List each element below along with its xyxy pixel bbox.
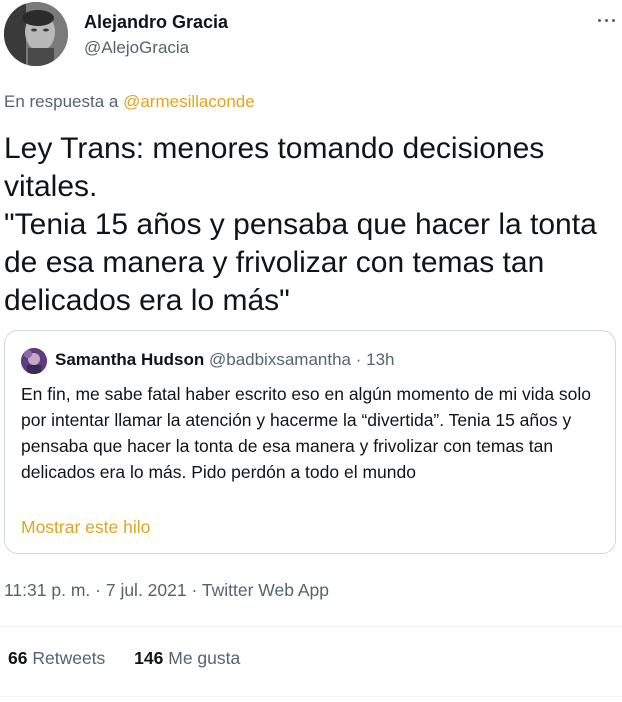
quoted-tweet[interactable]: Samantha Hudson @badbixsamantha · 13h En… <box>4 330 616 554</box>
quoted-header: Samantha Hudson @badbixsamantha · 13h <box>55 350 395 370</box>
show-thread-link[interactable]: Mostrar este hilo <box>21 517 150 538</box>
tweet-time[interactable]: 11:31 p. m. <box>4 580 90 600</box>
quoted-separator: · <box>355 350 362 369</box>
more-options-icon[interactable] <box>594 10 620 30</box>
likes-label: Me gusta <box>168 648 241 668</box>
quoted-author-name: Samantha Hudson <box>55 350 205 369</box>
quoted-author-photo <box>21 348 47 374</box>
likes-count: 146 <box>134 648 164 668</box>
author-avatar[interactable] <box>4 2 68 66</box>
quoted-time: 13h <box>366 350 395 369</box>
tweet-date[interactable]: 7 jul. 2021 <box>106 580 187 600</box>
retweets-count: 66 <box>8 648 28 668</box>
reply-to-link[interactable]: @armesillaconde <box>123 92 255 111</box>
meta-separator-2: · <box>191 580 198 600</box>
bottom-divider <box>0 696 622 697</box>
quoted-text: En fin, me sabe fatal haber escrito eso … <box>21 384 592 482</box>
retweets-label: Retweets <box>32 648 106 668</box>
reply-context: En respuesta a @armesillaconde <box>4 92 255 112</box>
retweets-stat[interactable]: 66 Retweets <box>8 648 110 668</box>
divider <box>0 626 622 627</box>
meta-separator-1: · <box>95 580 101 600</box>
likes-stat[interactable]: 146 Me gusta <box>134 648 240 668</box>
tweet-source[interactable]: Twitter Web App <box>202 580 329 600</box>
tweet-meta: 11:31 p. m. · 7 jul. 2021 · Twitter Web … <box>4 580 329 601</box>
author-handle[interactable]: @AlejoGracia <box>84 38 189 58</box>
reply-prefix: En respuesta a <box>4 92 119 111</box>
quoted-author-handle: @badbixsamantha <box>208 350 351 369</box>
author-name[interactable]: Alejandro Gracia <box>84 12 228 33</box>
author-photo <box>4 2 68 66</box>
tweet-stats: 66 Retweets 146 Me gusta <box>8 648 264 669</box>
quoted-author-avatar <box>21 348 47 374</box>
tweet-text: Ley Trans: menores tomando decisiones vi… <box>4 132 597 317</box>
